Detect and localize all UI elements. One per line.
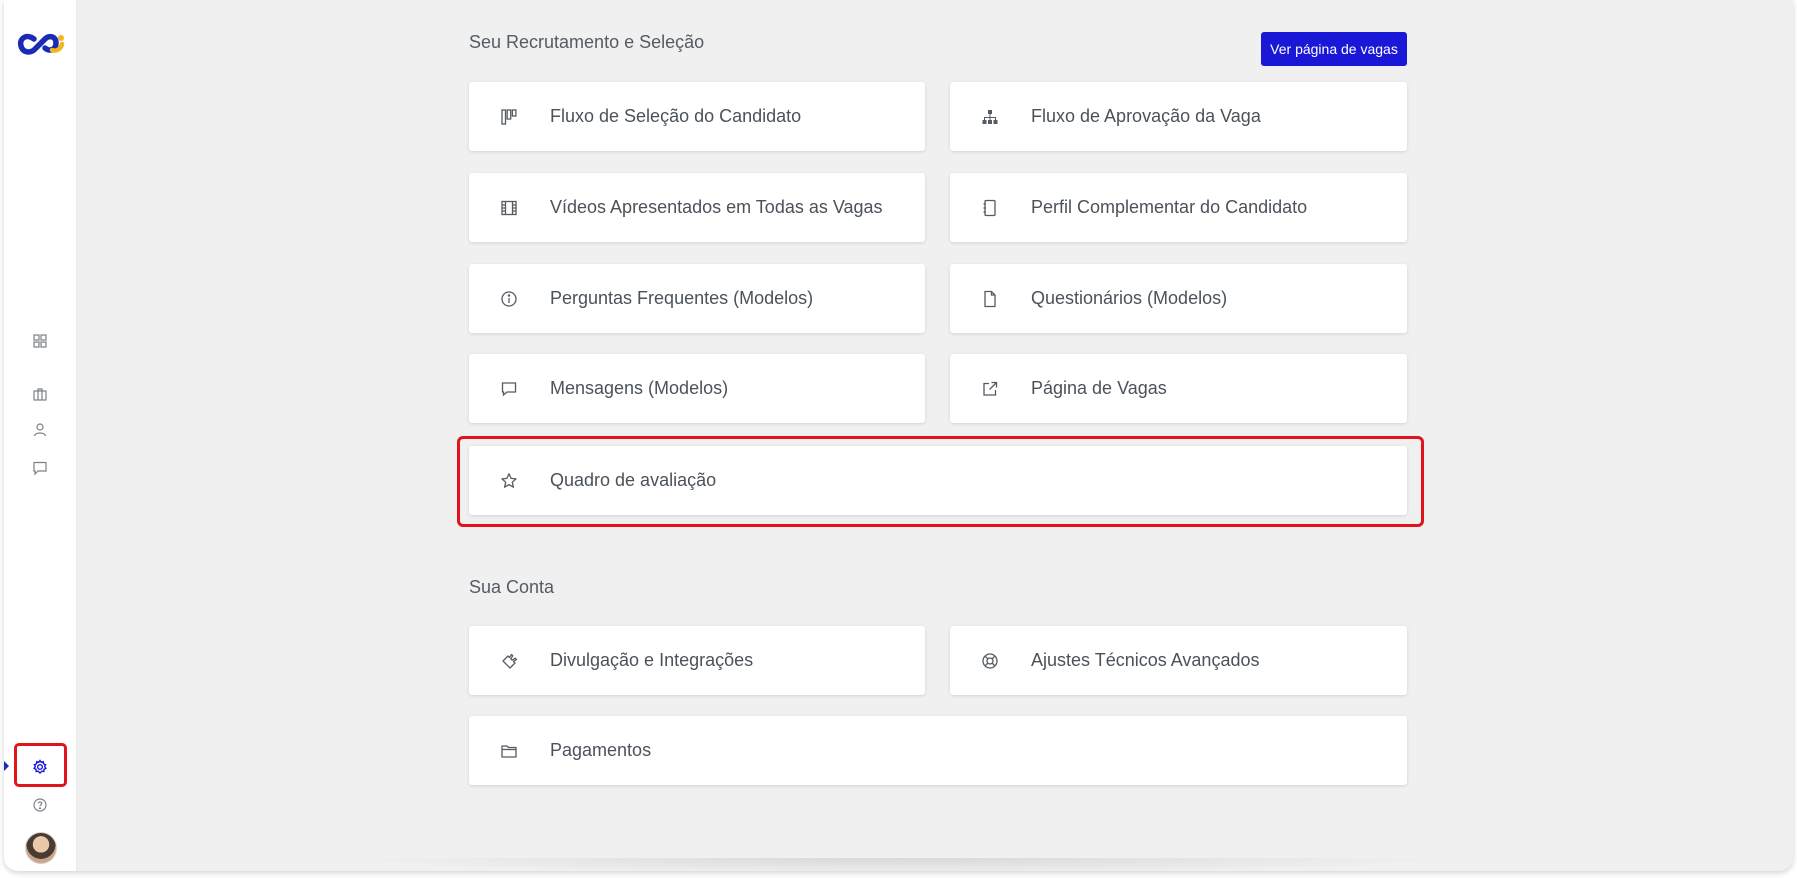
external-link-icon [981,380,999,398]
kanban-icon [500,108,518,126]
card-jobs-page[interactable]: Página de Vagas [950,354,1407,423]
folder-icon [500,742,518,760]
card-label: Divulgação e Integrações [550,650,754,670]
card-label: Página de Vagas [1031,378,1167,398]
chat-icon[interactable] [32,460,48,476]
card-label: Ajustes Técnicos Avançados [1031,650,1260,670]
info-icon [500,290,518,308]
briefcase-icon[interactable] [32,386,48,402]
document-icon [981,290,999,308]
card-integrations[interactable]: Divulgação e Integrações [469,626,925,695]
lifebuoy-icon [981,652,999,670]
film-icon [500,199,518,217]
help-icon[interactable] [32,797,48,813]
card-selection-flow[interactable]: Fluxo de Seleção do Candidato [469,82,925,151]
settings-icon[interactable] [32,759,48,775]
card-messages[interactable]: Mensagens (Modelos) [469,354,925,423]
card-label: Pagamentos [550,740,652,760]
app-window: Seu Recrutamento e Seleção Ver página de… [4,0,1793,871]
active-indicator [4,761,9,771]
card-label: Fluxo de Aprovação da Vaga [1031,106,1261,126]
section-title-account: Sua Conta [469,577,555,597]
sidebar [4,0,77,871]
card-videos[interactable]: Vídeos Apresentados em Todas as Vagas [469,173,925,242]
view-jobs-page-button[interactable]: Ver página de vagas [1261,32,1407,66]
card-label: Mensagens (Modelos) [550,378,729,398]
hierarchy-icon [981,108,999,126]
user-icon[interactable] [32,422,48,438]
card-questionnaires[interactable]: Questionários (Modelos) [950,264,1407,333]
evaluation-board-highlight [457,436,1424,527]
card-complementary-profile[interactable]: Perfil Complementar do Candidato [950,173,1407,242]
plug-icon [500,652,518,670]
notebook-icon [981,199,999,217]
card-label: Vídeos Apresentados em Todas as Vagas [550,197,883,217]
card-payments[interactable]: Pagamentos [469,716,1407,785]
card-advanced-settings[interactable]: Ajustes Técnicos Avançados [950,626,1407,695]
dashboard-icon[interactable] [32,333,48,349]
section-title-recruitment: Seu Recrutamento e Seleção [469,32,705,52]
card-faq[interactable]: Perguntas Frequentes (Modelos) [469,264,925,333]
card-label: Questionários (Modelos) [1031,288,1228,308]
card-label: Perfil Complementar do Candidato [1031,197,1308,217]
message-icon [500,380,518,398]
avatar[interactable] [25,832,57,864]
bottom-shadow [344,858,1454,871]
card-label: Perguntas Frequentes (Modelos) [550,288,814,308]
card-label: Fluxo de Seleção do Candidato [550,106,802,126]
card-approval-flow[interactable]: Fluxo de Aprovação da Vaga [950,82,1407,151]
app-logo[interactable] [16,30,66,60]
